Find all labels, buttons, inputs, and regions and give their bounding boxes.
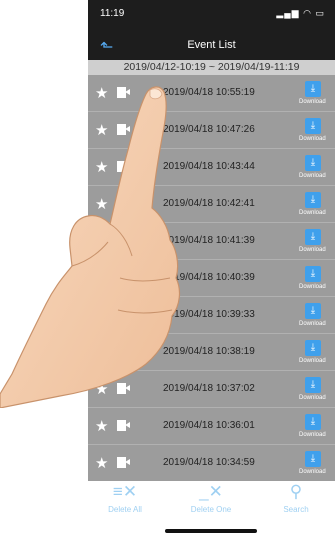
download-label: Download bbox=[299, 395, 326, 401]
download-button[interactable]: ⤓ Download bbox=[299, 118, 335, 148]
delete-all-label: Delete All bbox=[108, 505, 142, 514]
event-row[interactable]: ★ 2019/04/18 10:36:01 ⤓ Download bbox=[88, 408, 335, 445]
download-button[interactable]: ⤓ Download bbox=[299, 303, 335, 333]
signal-icon: ▂▄▆ bbox=[276, 8, 300, 18]
download-button[interactable]: ⤓ Download bbox=[299, 81, 335, 111]
download-label: Download bbox=[299, 432, 326, 438]
delete-all-button[interactable]: ≡✕ Delete All bbox=[102, 481, 148, 514]
page-title: Event List bbox=[187, 39, 236, 51]
download-label: Download bbox=[299, 173, 326, 179]
download-button[interactable]: ⤓ Download bbox=[299, 340, 335, 370]
delete-one-icon: _✕ bbox=[199, 482, 223, 501]
status-icons: ▂▄▆ ◠ ▭ bbox=[276, 8, 325, 19]
home-indicator bbox=[165, 529, 257, 533]
delete-one-button[interactable]: _✕ Delete One bbox=[183, 481, 239, 514]
download-icon: ⤓ bbox=[305, 303, 321, 319]
download-icon: ⤓ bbox=[305, 229, 321, 245]
video-camera-icon bbox=[117, 456, 130, 469]
download-button[interactable]: ⤓ Download bbox=[299, 229, 335, 259]
download-icon: ⤓ bbox=[305, 81, 321, 97]
download-label: Download bbox=[299, 469, 326, 475]
event-timestamp: 2019/04/18 10:34:59 bbox=[163, 457, 255, 468]
download-icon: ⤓ bbox=[305, 192, 321, 208]
search-label: Search bbox=[283, 505, 309, 514]
download-button[interactable]: ⤓ Download bbox=[299, 377, 335, 407]
video-camera-icon bbox=[117, 419, 130, 432]
download-icon: ⤓ bbox=[305, 377, 321, 393]
download-icon: ⤓ bbox=[305, 118, 321, 134]
download-button[interactable]: ⤓ Download bbox=[299, 266, 335, 296]
status-time: 11:19 bbox=[100, 8, 125, 19]
pointing-hand-illustration bbox=[0, 86, 181, 408]
search-icon: ⚲ bbox=[289, 482, 303, 501]
battery-icon: ▭ bbox=[315, 8, 325, 18]
download-button[interactable]: ⤓ Download bbox=[299, 155, 335, 185]
download-icon: ⤓ bbox=[305, 266, 321, 282]
download-label: Download bbox=[299, 99, 326, 105]
download-label: Download bbox=[299, 321, 326, 327]
delete-all-icon: ≡✕ bbox=[112, 482, 138, 501]
nav-bar: ⬑ Event List bbox=[88, 30, 335, 60]
download-label: Download bbox=[299, 247, 326, 253]
event-timestamp: 2019/04/18 10:36:01 bbox=[163, 420, 255, 431]
status-bar: 11:19 ▂▄▆ ◠ ▭ bbox=[88, 0, 335, 30]
download-label: Download bbox=[299, 136, 326, 142]
delete-one-label: Delete One bbox=[190, 505, 232, 514]
download-icon: ⤓ bbox=[305, 155, 321, 171]
download-button[interactable]: ⤓ Download bbox=[299, 451, 335, 481]
download-button[interactable]: ⤓ Download bbox=[299, 414, 335, 444]
download-label: Download bbox=[299, 210, 326, 216]
search-button[interactable]: ⚲ Search bbox=[276, 481, 316, 514]
wifi-icon: ◠ bbox=[303, 8, 312, 18]
download-icon: ⤓ bbox=[305, 414, 321, 430]
star-icon[interactable]: ★ bbox=[95, 417, 108, 435]
star-icon[interactable]: ★ bbox=[95, 454, 108, 472]
download-button[interactable]: ⤓ Download bbox=[299, 192, 335, 222]
download-icon: ⤓ bbox=[305, 451, 321, 467]
event-row[interactable]: ★ 2019/04/18 10:34:59 ⤓ Download bbox=[88, 445, 335, 482]
download-label: Download bbox=[299, 358, 326, 364]
date-range: 2019/04/12-10:19 ~ 2019/04/19-11:19 bbox=[88, 60, 335, 75]
bottom-toolbar: ≡✕ Delete All _✕ Delete One ⚲ Search bbox=[88, 481, 335, 534]
download-icon: ⤓ bbox=[305, 340, 321, 356]
download-label: Download bbox=[299, 284, 326, 290]
